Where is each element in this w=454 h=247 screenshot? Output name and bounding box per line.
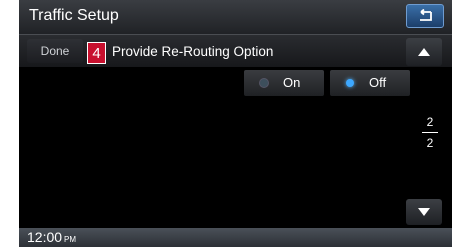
clock-ampm: PM [64, 235, 77, 244]
back-arrow-icon [420, 9, 432, 21]
clock: 12:00 PM [27, 229, 76, 245]
radio-on[interactable]: On [244, 70, 324, 96]
page-divider [422, 132, 438, 133]
radio-off[interactable]: Off [330, 70, 410, 96]
triangle-up-icon [418, 48, 430, 56]
page-indicator: 2 2 [422, 115, 438, 150]
step-badge: 4 [87, 42, 106, 64]
radio-on-label: On [283, 75, 301, 90]
radio-unselected-icon [260, 79, 268, 87]
done-button[interactable]: Done [27, 39, 83, 63]
status-bar: 12:00 PM [19, 228, 452, 247]
clock-time: 12:00 [27, 229, 63, 245]
scroll-down-button[interactable] [406, 199, 442, 225]
page-current: 2 [426, 115, 434, 129]
rerouting-option-row: Done 4 Provide Re-Routing Option [19, 35, 452, 67]
navigation-screen: Traffic Setup Done 4 Provide Re-Routing … [19, 0, 452, 247]
radio-selected-icon [346, 79, 354, 87]
scroll-up-button[interactable] [406, 38, 442, 66]
triangle-down-icon [418, 208, 430, 216]
radio-off-label: Off [369, 75, 387, 90]
option-label: Provide Re-Routing Option [112, 44, 274, 59]
page-total: 2 [426, 136, 434, 150]
page-title: Traffic Setup [29, 7, 119, 24]
title-bar: Traffic Setup [19, 0, 452, 35]
back-button[interactable] [406, 4, 444, 28]
rerouting-radio-group: On Off [244, 70, 411, 96]
